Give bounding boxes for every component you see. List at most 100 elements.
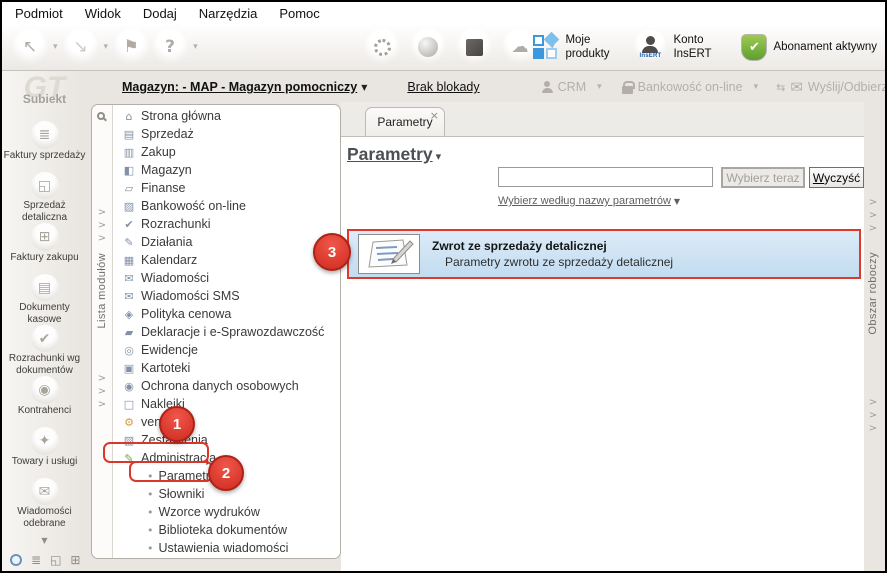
- shield-check-icon: ✔: [741, 33, 768, 61]
- help-dropdown-caret[interactable]: ▾: [193, 42, 198, 52]
- brak-blokady-link[interactable]: Brak blokady: [407, 80, 479, 94]
- page-title[interactable]: Parametry ▾: [347, 144, 441, 165]
- forward-button[interactable]: ↘: [62, 29, 99, 65]
- sidebar-item-contractors[interactable]: ◉ Kontrahenci: [2, 376, 87, 427]
- module-item-finance[interactable]: ▱ Finanse: [113, 179, 339, 197]
- abonament-button[interactable]: ✔ Abonament aktywny: [741, 33, 877, 61]
- menubar: Podmiot Widok Dodaj Narzędzia Pomoc: [2, 2, 885, 24]
- module-item-messages[interactable]: ✉ Wiadomości: [113, 269, 339, 287]
- workspace-strip-label: Obszar roboczy: [867, 252, 879, 335]
- settlements-by-documents-icon: ✔: [38, 330, 51, 347]
- archive-button[interactable]: [456, 29, 492, 65]
- online-services-button[interactable]: [410, 29, 446, 65]
- strip-chevrons-bottom: > > >: [97, 373, 107, 410]
- moje-produkty-label: Moje produkty: [565, 33, 610, 60]
- module-subitem[interactable]: • Wzorce wydruków: [113, 503, 339, 521]
- sales-invoices-icon: ≣: [38, 127, 51, 143]
- menu-item[interactable]: Narzędzia: [188, 4, 269, 23]
- parameter-search-input[interactable]: [498, 167, 713, 187]
- home-icon: ⌂: [125, 109, 133, 123]
- module-item-card-files[interactable]: ▣ Kartoteki: [113, 359, 339, 377]
- mini-coins-icon[interactable]: ≣: [31, 553, 41, 567]
- forward-dropdown-caret[interactable]: ▾: [104, 42, 109, 52]
- module-item-banking-online[interactable]: ▨ Bankowość on-line: [113, 197, 339, 215]
- konto-insert-button[interactable]: InsERT Konto InsERT: [633, 30, 729, 64]
- labels-icon: □: [123, 397, 135, 411]
- sidebar-item-settlements-by-documents[interactable]: ✔ Rozrachunki wg dokumentów: [2, 325, 87, 376]
- crm-caret-icon: ▾: [597, 82, 602, 92]
- menu-item[interactable]: Pomoc: [268, 4, 330, 23]
- toolbar: ↖ ▾ ↘ ▾ ⚑ ? ▾ ☁ ▾ Moje produkty InsERT K…: [2, 24, 885, 71]
- sidebar-bottom-icons: ≣ ◱ ⊞: [10, 553, 80, 567]
- title-caret-icon: ▾: [435, 150, 442, 163]
- tab-parametry[interactable]: Parametry ×: [365, 107, 445, 136]
- menu-item[interactable]: Widok: [74, 4, 132, 23]
- workspace-chevrons-bottom: > > >: [868, 397, 878, 434]
- module-item-data-protection[interactable]: ◉ Ochrona danych osobowych: [113, 377, 339, 395]
- strip-chevrons-top: > > >: [97, 207, 107, 244]
- module-item-labels[interactable]: □ Naklejki: [113, 395, 339, 413]
- module-item-declarations[interactable]: ▰ Deklaracje i e-Sprawozdawczość: [113, 323, 339, 341]
- filter-caret-icon: ▼: [673, 197, 681, 206]
- mini-boxes-icon[interactable]: ⊞: [70, 553, 80, 567]
- module-item-warehouse[interactable]: ◧ Magazyn: [113, 161, 339, 179]
- app-window: Podmiot Widok Dodaj Narzędzia Pomoc ↖ ▾ ↘ ▾ …: [0, 0, 887, 573]
- dotted-gear-icon: [373, 38, 391, 56]
- menu-item[interactable]: Podmiot: [4, 4, 74, 23]
- flag-button[interactable]: ⚑: [113, 29, 150, 65]
- wybierz-teraz-button[interactable]: Wybierz teraz: [721, 167, 805, 188]
- moje-produkty-button[interactable]: Moje produkty: [533, 31, 621, 62]
- module-item-calendar[interactable]: ▦ Kalendarz: [113, 251, 339, 269]
- mini-basket-icon[interactable]: ◱: [50, 553, 61, 567]
- wyczysc-button[interactable]: Wyczyść: [809, 167, 864, 188]
- magazyn-selector[interactable]: Magazyn: - MAP - Magazyn pomocniczy: [122, 80, 357, 94]
- bullet-icon: •: [147, 541, 154, 555]
- tab-close-icon[interactable]: ×: [430, 109, 439, 122]
- cube-icon: [465, 38, 483, 56]
- send-envelope-icon: ✉: [790, 78, 803, 96]
- transfer-arrows-icon: ⇆: [776, 80, 786, 94]
- menu-item[interactable]: Dodaj: [132, 4, 188, 23]
- insert-badge: InsERT: [639, 52, 662, 59]
- module-item-pricing[interactable]: ◈ Polityka cenowa: [113, 305, 339, 323]
- selected-view-icon[interactable]: [10, 554, 22, 566]
- sales-icon: ▤: [123, 127, 135, 141]
- search-icon[interactable]: [97, 112, 105, 120]
- module-item-sales[interactable]: ▤ Sprzedaż: [113, 125, 339, 143]
- finance-icon: ▱: [124, 181, 134, 195]
- bankowosc-button[interactable]: Bankowość on-line ▾: [621, 80, 758, 94]
- back-arrow-icon: ↖: [22, 37, 38, 57]
- module-item-home[interactable]: ⌂ Strona główna: [113, 107, 339, 125]
- cash-documents-icon: ▤: [37, 279, 52, 296]
- module-item-settlements[interactable]: ✔ Rozrachunki: [113, 215, 339, 233]
- parameter-document-icon: [358, 234, 420, 274]
- bullet-icon: •: [147, 523, 154, 537]
- magazyn-caret-icon[interactable]: ▼: [361, 83, 367, 92]
- module-item-reports[interactable]: ▧ Zestawienia: [113, 431, 339, 449]
- back-dropdown-caret[interactable]: ▾: [53, 42, 58, 52]
- wyslij-odbierz-button[interactable]: ⇆ ✉ Wyślij/Odbierz ▾: [776, 78, 885, 96]
- administration-icon: ✎: [124, 451, 134, 465]
- help-button[interactable]: ?: [152, 29, 189, 65]
- sidebar-item-retail-sales[interactable]: ◱ Sprzedaż detaliczna: [2, 172, 87, 223]
- module-item-purchase[interactable]: ▥ Zakup: [113, 143, 339, 161]
- parameter-item-zwrot[interactable]: Zwrot ze sprzedaży detalicznej Parametry…: [347, 229, 861, 279]
- module-subitem[interactable]: • Biblioteka dokumentów: [113, 521, 339, 539]
- sidebar-item-goods-services[interactable]: ✦ Towary i usługi: [2, 427, 87, 478]
- module-item-records[interactable]: ◎ Ewidencje: [113, 341, 339, 359]
- module-item-actions[interactable]: ✎ Działania: [113, 233, 339, 251]
- sidebar-item-sales-invoices[interactable]: ≣ Faktury sprzedaży: [2, 121, 87, 172]
- module-item-sms[interactable]: ✉ Wiadomości SMS: [113, 287, 339, 305]
- sidebar-item-cash-documents[interactable]: ▤ Dokumenty kasowe: [2, 274, 87, 325]
- sidebar-item-inbox-messages[interactable]: ✉ Wiadomości odebrane: [2, 478, 87, 529]
- crm-button[interactable]: CRM ▾: [541, 80, 602, 94]
- sidebar-more-arrow-icon[interactable]: ▼: [2, 536, 87, 545]
- module-subitem[interactable]: • Ustawienia wiadomości: [113, 539, 339, 557]
- sidebar-item-purchase-invoices[interactable]: ⊞ Faktury zakupu: [2, 223, 87, 274]
- settings-button[interactable]: [364, 29, 400, 65]
- back-button[interactable]: ↖: [12, 29, 48, 65]
- module-item-vendero[interactable]: ⚙ vendero: [113, 413, 339, 431]
- filter-by-name-link[interactable]: Wybierz według nazwy parametrów ▼: [498, 195, 680, 207]
- declarations-icon: ▰: [124, 325, 134, 339]
- flag-icon: ⚑: [123, 37, 139, 57]
